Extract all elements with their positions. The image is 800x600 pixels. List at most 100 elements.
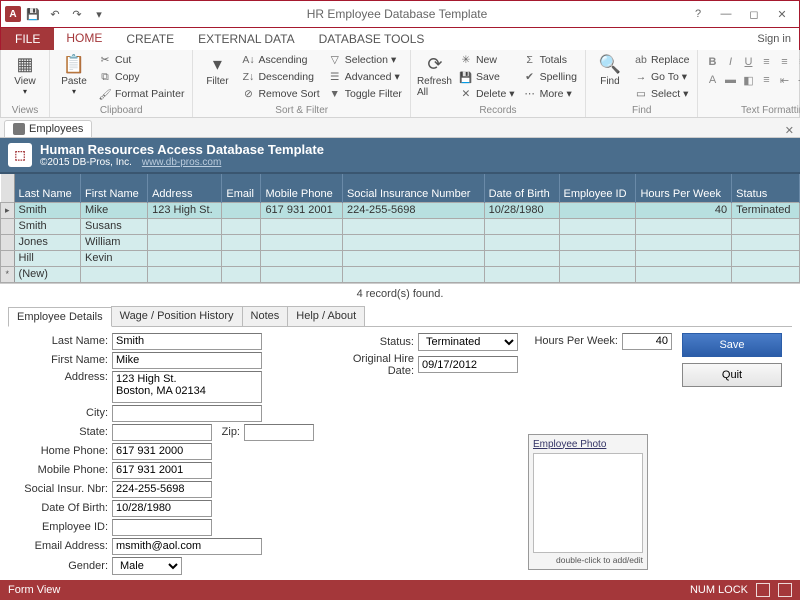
header-link[interactable]: www.db-pros.com xyxy=(142,157,221,168)
font-color-button[interactable]: A xyxy=(704,72,720,88)
spelling-button[interactable]: ✔Spelling xyxy=(521,69,579,85)
state-input[interactable] xyxy=(112,424,212,441)
col-first-name[interactable]: First Name xyxy=(81,174,148,202)
close-icon[interactable]: ✕ xyxy=(769,4,795,24)
tab-external-data[interactable]: EXTERNAL DATA xyxy=(186,28,306,50)
view-datasheet-icon[interactable] xyxy=(778,583,792,597)
remove-sort-button[interactable]: ⊘Remove Sort xyxy=(239,86,321,102)
photo-box[interactable]: Employee Photo double-click to add/edit xyxy=(528,434,648,570)
hpw-input[interactable] xyxy=(622,333,672,350)
help-icon[interactable]: ? xyxy=(685,4,711,24)
cut-button[interactable]: ✂Cut xyxy=(96,52,186,68)
view-button[interactable]: ▦View▾ xyxy=(7,52,43,98)
col-status[interactable]: Status xyxy=(732,174,800,202)
table-row-new[interactable]: *(New) xyxy=(1,266,800,282)
col-dob[interactable]: Date of Birth xyxy=(484,174,559,202)
more-button[interactable]: ⋯More ▾ xyxy=(521,86,579,102)
sort-desc-button[interactable]: Z↓Descending xyxy=(239,69,321,85)
col-email[interactable]: Email xyxy=(222,174,261,202)
last-name-input[interactable] xyxy=(112,333,262,350)
copy-button[interactable]: ⧉Copy xyxy=(96,69,186,85)
row-selector[interactable] xyxy=(1,234,15,250)
qat-customize-icon[interactable]: ▾ xyxy=(89,4,109,24)
col-employee-id[interactable]: Employee ID xyxy=(559,174,636,202)
goto-button[interactable]: →Go To ▾ xyxy=(632,69,692,85)
align-right-button[interactable]: ≡ xyxy=(794,54,800,70)
replace-button[interactable]: abReplace xyxy=(632,52,692,68)
sin-input[interactable] xyxy=(112,481,212,498)
underline-button[interactable]: U xyxy=(740,54,756,70)
toggle-filter-icon: ▼ xyxy=(328,88,342,100)
align-center-button[interactable]: ≡ xyxy=(776,54,792,70)
first-name-input[interactable] xyxy=(112,352,262,369)
italic-button[interactable]: I xyxy=(722,54,738,70)
city-input[interactable] xyxy=(112,405,262,422)
row-selector[interactable] xyxy=(1,250,15,266)
quit-button[interactable]: Quit xyxy=(682,363,782,387)
address-input[interactable] xyxy=(112,371,262,403)
tab-create[interactable]: CREATE xyxy=(114,28,186,50)
row-selector[interactable] xyxy=(1,218,15,234)
highlight-button[interactable]: ▬ xyxy=(722,72,738,88)
col-last-name[interactable]: Last Name xyxy=(14,174,80,202)
dtab-help[interactable]: Help / About xyxy=(287,306,365,326)
bold-button[interactable]: B xyxy=(704,54,720,70)
tab-home[interactable]: HOME xyxy=(54,28,114,50)
tab-file[interactable]: FILE xyxy=(1,28,54,50)
delete-record-button[interactable]: ✕Delete ▾ xyxy=(457,86,517,102)
dtab-notes[interactable]: Notes xyxy=(242,306,289,326)
binoculars-icon: 🔍 xyxy=(599,54,621,75)
justify-button[interactable]: ≡ xyxy=(758,72,774,88)
select-button[interactable]: ▭Select ▾ xyxy=(632,86,692,102)
dtab-wage[interactable]: Wage / Position History xyxy=(111,306,243,326)
col-mobile-phone[interactable]: Mobile Phone xyxy=(261,174,343,202)
qat-redo-icon[interactable]: ↷ xyxy=(67,4,87,24)
col-hpw[interactable]: Hours Per Week xyxy=(636,174,732,202)
doc-tab-close-icon[interactable]: ✕ xyxy=(779,124,800,137)
zip-input[interactable] xyxy=(244,424,314,441)
refresh-all-button[interactable]: ⟳Refresh All xyxy=(417,52,453,100)
email-input[interactable] xyxy=(112,538,262,555)
table-row[interactable]: JonesWilliam xyxy=(1,234,800,250)
totals-button[interactable]: ΣTotals xyxy=(521,52,579,68)
row-selector[interactable]: ▸ xyxy=(1,202,15,218)
row-selector[interactable]: * xyxy=(1,266,15,282)
save-button[interactable]: Save xyxy=(682,333,782,357)
filter-button[interactable]: ▾Filter xyxy=(199,52,235,89)
view-form-icon[interactable] xyxy=(756,583,770,597)
table-row[interactable]: HillKevin xyxy=(1,250,800,266)
photo-frame[interactable] xyxy=(533,453,643,553)
gender-select[interactable]: Male xyxy=(112,557,182,575)
status-select[interactable]: Terminated xyxy=(418,333,518,351)
col-address[interactable]: Address xyxy=(148,174,222,202)
maximize-icon[interactable]: ◻ xyxy=(741,4,767,24)
toggle-filter-button[interactable]: ▼Toggle Filter xyxy=(326,86,404,102)
align-left-button[interactable]: ≡ xyxy=(758,54,774,70)
find-button[interactable]: 🔍Find xyxy=(592,52,628,89)
home-phone-input[interactable] xyxy=(112,443,212,460)
format-painter-button[interactable]: 🖌Format Painter xyxy=(96,86,186,102)
dob-input[interactable] xyxy=(112,500,212,517)
new-record-button[interactable]: ✳New xyxy=(457,52,517,68)
mobile-phone-input[interactable] xyxy=(112,462,212,479)
advanced-button[interactable]: ☰Advanced ▾ xyxy=(326,69,404,85)
save-record-button[interactable]: 💾Save xyxy=(457,69,517,85)
table-row[interactable]: SmithSusans xyxy=(1,218,800,234)
doc-tab-employees[interactable]: Employees xyxy=(4,120,92,137)
minimize-icon[interactable]: — xyxy=(713,4,739,24)
indent-inc-button[interactable]: ⇥ xyxy=(794,72,800,88)
col-sin[interactable]: Social Insurance Number xyxy=(342,174,484,202)
indent-dec-button[interactable]: ⇤ xyxy=(776,72,792,88)
sort-asc-button[interactable]: A↓Ascending xyxy=(239,52,321,68)
eid-input[interactable] xyxy=(112,519,212,536)
selection-button[interactable]: ▽Selection ▾ xyxy=(326,52,404,68)
fill-button[interactable]: ◧ xyxy=(740,72,756,88)
tab-database-tools[interactable]: DATABASE TOOLS xyxy=(307,28,437,50)
paste-button[interactable]: 📋Paste▾ xyxy=(56,52,92,98)
qat-save-icon[interactable]: 💾 xyxy=(23,4,43,24)
dtab-details[interactable]: Employee Details xyxy=(8,307,112,327)
table-row[interactable]: ▸ SmithMike123 High St. 617 931 2001224-… xyxy=(1,202,800,218)
qat-undo-icon[interactable]: ↶ xyxy=(45,4,65,24)
hire-date-input[interactable] xyxy=(418,356,518,373)
sign-in-link[interactable]: Sign in xyxy=(749,28,799,50)
